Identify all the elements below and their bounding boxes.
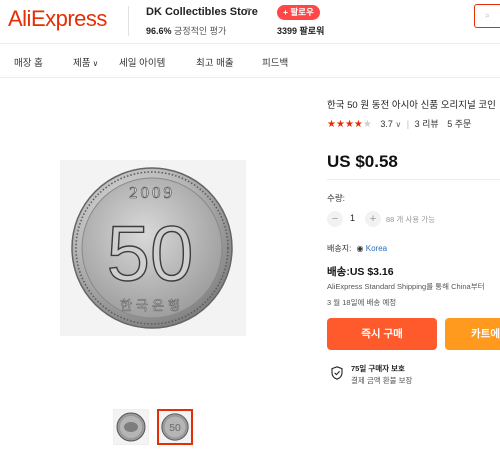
- ship-to-label: 배송지:: [327, 244, 352, 253]
- review-count[interactable]: 3 리뷰: [415, 119, 439, 129]
- star-filled-icon: ★: [353, 119, 363, 130]
- coin-text: 한국은행: [120, 298, 184, 314]
- quantity-label: 수량:: [327, 193, 346, 203]
- rating-value: 3.7: [380, 119, 393, 129]
- thumbnail-coin-value: 50: [169, 423, 181, 434]
- add-to-cart-button[interactable]: 카트에: [445, 318, 500, 350]
- nav-products-label: 제품: [73, 58, 91, 69]
- coin-image: 2009 50 한국은행: [71, 167, 233, 329]
- follow-button[interactable]: + 팔로우: [277, 5, 320, 20]
- price-divider: [327, 179, 500, 180]
- chevron-down-icon: ∨: [92, 59, 99, 68]
- shield-check-icon: [331, 366, 343, 380]
- store-header: AliExpress DK Collectibles Store ▾ 96.6%…: [0, 0, 500, 44]
- store-name[interactable]: DK Collectibles Store: [146, 6, 258, 18]
- product-price: US $0.58: [327, 152, 398, 171]
- nav-store-home[interactable]: 매장 홈: [14, 55, 43, 69]
- quantity-value[interactable]: 1: [350, 213, 355, 223]
- nav-products[interactable]: 제품 ∨: [73, 55, 98, 69]
- coin-year: 2009: [129, 183, 175, 202]
- chevron-down-icon[interactable]: ▾: [246, 5, 251, 16]
- shipping-method: AliExpress Standard Shipping를 통해 China부터: [327, 282, 485, 291]
- nav-feedback[interactable]: 피드백: [262, 55, 288, 69]
- buyer-protection-title: 75일 구매자 보호: [351, 364, 405, 373]
- thumbnail-2-active[interactable]: 50: [157, 409, 193, 445]
- thumbnail-1[interactable]: [113, 409, 149, 445]
- delivery-estimate: 3 월 18일에 배송 예정: [327, 298, 397, 307]
- order-count: 5 주문: [447, 119, 472, 129]
- quantity-minus-button[interactable]: −: [327, 211, 343, 227]
- main-product-image[interactable]: 2009 50 한국은행: [60, 160, 246, 336]
- product-title: 한국 50 원 동전 아시아 신품 오리지널 코인: [327, 100, 496, 111]
- buy-now-button[interactable]: 즉시 구매: [327, 318, 437, 350]
- search-icon: ⌕: [485, 10, 491, 20]
- star-filled-icon: ★: [335, 119, 345, 130]
- follower-count: 3399 팔로워: [277, 26, 325, 36]
- shipping-cost: 배송:US $3.16: [327, 266, 394, 278]
- nav-sale-items[interactable]: 세일 아이템: [119, 55, 165, 69]
- star-filled-icon: ★: [344, 119, 354, 130]
- star-rating: ★★★★★: [327, 119, 372, 130]
- coin-reverse-thumbnail: 50: [161, 413, 189, 441]
- store-rating: 96.6% 긍정적인 평가: [146, 24, 226, 37]
- nav-top-sellers[interactable]: 최고 매출: [196, 55, 234, 69]
- quantity-available: 88 개 사용 가능: [386, 215, 436, 224]
- store-nav: 매장 홈 제품 ∨ 세일 아이템 최고 매출 피드백: [0, 44, 500, 78]
- store-rating-label: 긍정적인 평가: [174, 26, 227, 36]
- quantity-plus-button[interactable]: +: [365, 211, 381, 227]
- star-filled-icon: ★: [327, 119, 336, 130]
- coin-obverse-thumbnail: [116, 412, 146, 442]
- store-rating-value: 96.6%: [146, 26, 172, 36]
- buyer-protection-subtitle: 결제 금액 환불 보장: [351, 376, 413, 385]
- star-empty-icon: ★: [362, 119, 372, 130]
- search-box[interactable]: ⌕: [474, 4, 500, 28]
- location-pin-icon: ◉: [356, 244, 364, 253]
- rating-separator: |: [406, 119, 410, 129]
- aliexpress-logo[interactable]: AliExpress: [8, 6, 107, 32]
- coin-value: 50: [107, 209, 194, 297]
- rating-row: ★★★★★ 3.7 ∨ | 3 리뷰 5 주문: [327, 117, 471, 130]
- chevron-down-icon[interactable]: ∨: [395, 120, 401, 129]
- ship-to-country[interactable]: Korea: [366, 244, 387, 253]
- ship-to: 배송지: ◉ Korea: [327, 243, 387, 254]
- header-divider: [128, 6, 129, 36]
